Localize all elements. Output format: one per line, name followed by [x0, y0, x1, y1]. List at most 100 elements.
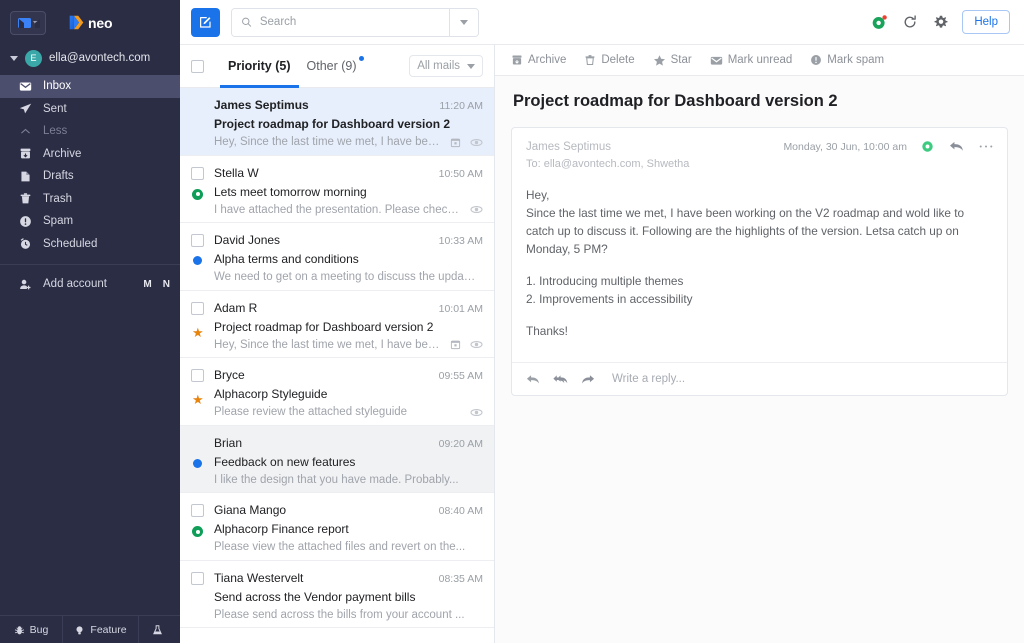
request-feature-button[interactable]: Feature	[62, 616, 138, 643]
forward-action-button[interactable]	[581, 374, 595, 385]
archive-icon	[20, 148, 31, 159]
email-list-item[interactable]: David Jones 10:33 AM Alpha terms and condi…	[180, 223, 494, 291]
email-list-item[interactable]: Giana Mango 08:40 AM Alphacorp Finance rep…	[180, 493, 494, 561]
email-checkbox[interactable]	[191, 571, 204, 585]
report-bug-button[interactable]: Bug	[0, 616, 62, 643]
labs-button[interactable]	[138, 616, 180, 643]
email-list-item[interactable]: ★ Bryce 09:55 AM Alphacorp Styleguide Please…	[180, 358, 494, 426]
read-receipt-button[interactable]	[921, 140, 934, 153]
refresh-button[interactable]	[900, 12, 920, 32]
email-list-item[interactable]: Stella W 10:50 AM Lets meet tomorrow morni…	[180, 156, 494, 223]
email-checkbox[interactable]	[191, 301, 204, 315]
reading-pane: Archive Delete Star Mark unread Mark spa…	[495, 45, 1024, 643]
email-list[interactable]: James Septimus 11:20 AM Project roadmap fo…	[180, 88, 494, 643]
row-markers	[191, 98, 205, 155]
spam-alert-icon	[20, 215, 31, 227]
star-icon	[653, 54, 665, 66]
sidebar-item-drafts[interactable]: Drafts	[0, 165, 180, 188]
reply-action-button[interactable]	[526, 374, 540, 385]
account-selector[interactable]: E ella@avontech.com	[0, 45, 180, 71]
email-list-item[interactable]: James Septimus 11:20 AM Project roadmap fo…	[180, 88, 494, 156]
row-preview-line: Please send across the bills from your a…	[214, 609, 483, 621]
message-paragraph: Hey,	[526, 188, 550, 202]
email-list-item[interactable]: Tiana Westervelt 08:35 AM Send across the …	[180, 561, 494, 628]
tracking-eye-icon	[470, 138, 483, 146]
search-input[interactable]	[259, 16, 440, 28]
reply-button[interactable]	[949, 140, 964, 153]
delete-action[interactable]: Delete	[584, 54, 635, 66]
add-user-icon	[20, 279, 31, 289]
avatar: E	[25, 49, 42, 67]
more-options-icon	[979, 145, 993, 148]
email-preview: Please view the attached files and rever…	[214, 541, 466, 553]
message-body: Hey, Since the last time we met, I have …	[512, 180, 1007, 362]
row-content: Tiana Westervelt 08:35 AM Send across the …	[214, 571, 483, 628]
reply-placeholder[interactable]: Write a reply...	[612, 373, 685, 385]
search-filter-dropdown[interactable]	[449, 8, 478, 36]
tab-priority-label: Priority (5)	[228, 59, 291, 73]
star-action[interactable]: Star	[653, 54, 692, 67]
sidebar-item-less[interactable]: Less	[0, 120, 180, 143]
mark-unread-action[interactable]: Mark unread	[710, 54, 792, 67]
compose-button[interactable]	[191, 7, 220, 37]
email-checkbox[interactable]	[191, 504, 204, 517]
read-receipt-icon	[922, 141, 933, 152]
google-mail-mini-icon[interactable]: M	[143, 279, 151, 290]
help-button[interactable]: Help	[962, 10, 1010, 34]
select-all-checkbox[interactable]	[191, 59, 204, 73]
reply-all-action-button[interactable]	[553, 374, 568, 385]
email-time: 10:50 AM	[438, 167, 483, 180]
more-options-button[interactable]	[979, 144, 993, 149]
sidebar-item-archive[interactable]: Archive	[0, 143, 180, 166]
archive-action[interactable]: Archive	[511, 54, 566, 66]
email-preview: Please review the attached styleguide	[214, 406, 408, 418]
spam-alert-icon	[811, 55, 822, 65]
reply-bar[interactable]: Write a reply...	[512, 362, 1007, 395]
sidebar-item-sent[interactable]: Sent	[0, 98, 180, 121]
flask-icon	[152, 625, 162, 635]
mail-filter-dropdown[interactable]: All mails	[409, 55, 483, 77]
mark-spam-action[interactable]: Mark spam	[810, 54, 884, 66]
sidebar-item-inbox[interactable]: Inbox	[0, 75, 180, 98]
row-markers	[191, 571, 205, 628]
star-icon[interactable]: ★	[192, 325, 204, 340]
email-subject: Project roadmap for Dashboard version 2	[214, 117, 451, 131]
row-preview-line: Please view the attached files and rever…	[214, 541, 483, 553]
sidebar: neo E ella@avontech.com Inbox Sent Less …	[0, 0, 180, 643]
sidebar-item-trash[interactable]: Trash	[0, 188, 180, 211]
tab-priority[interactable]: Priority (5)	[220, 45, 299, 88]
read-receipt-icon	[192, 526, 203, 537]
email-checkbox[interactable]	[191, 234, 204, 247]
add-account-button[interactable]: Add account M N	[0, 271, 180, 297]
sidebar-item-label: Trash	[43, 192, 72, 205]
search-box[interactable]	[232, 8, 449, 36]
star-icon[interactable]: ★	[192, 392, 204, 407]
email-list-panel: Priority (5) Other (9) All mails James S…	[180, 45, 495, 643]
row-preview-line: Hey, Since the last time we met, I have …	[214, 339, 483, 351]
row-content: Giana Mango 08:40 AM Alphacorp Finance rep…	[214, 503, 483, 560]
search-icon	[242, 17, 252, 27]
email-preview: Hey, Since the last time we met, I have …	[214, 136, 443, 148]
settings-button[interactable]	[931, 12, 951, 32]
email-preview: I like the design that you have made. Pr…	[214, 473, 459, 486]
email-checkbox[interactable]	[191, 369, 204, 382]
calendar-icon	[450, 340, 461, 350]
message-paragraph: Thanks!	[526, 324, 568, 338]
email-list-item[interactable]: ★ Adam R 10:01 AM Project roadmap for Dashb…	[180, 291, 494, 358]
email-client-app: neo E ella@avontech.com Inbox Sent Less …	[0, 0, 1024, 643]
row-content: David Jones 10:33 AM Alpha terms and condi…	[214, 233, 483, 290]
email-subject: Feedback on new features	[214, 454, 356, 469]
sidebar-item-spam[interactable]: Spam	[0, 210, 180, 233]
tab-other[interactable]: Other (9)	[299, 45, 365, 88]
email-checkbox[interactable]	[191, 166, 204, 180]
row-top: Tiana Westervelt 08:35 AM	[214, 571, 483, 585]
email-list-item[interactable]: Brian 09:20 AM Feedback on new features I l…	[180, 425, 494, 493]
email-time: 09:20 AM	[438, 437, 483, 450]
tracking-button[interactable]	[869, 12, 889, 32]
message-subject: Project roadmap for Dashboard version 2	[513, 92, 838, 110]
neo-mini-icon[interactable]: N	[163, 279, 170, 290]
envelope-icon	[17, 17, 40, 28]
sidebar-item-scheduled[interactable]: Scheduled	[0, 233, 180, 256]
row-markers	[191, 436, 205, 493]
mail-switcher-button[interactable]	[10, 10, 46, 35]
